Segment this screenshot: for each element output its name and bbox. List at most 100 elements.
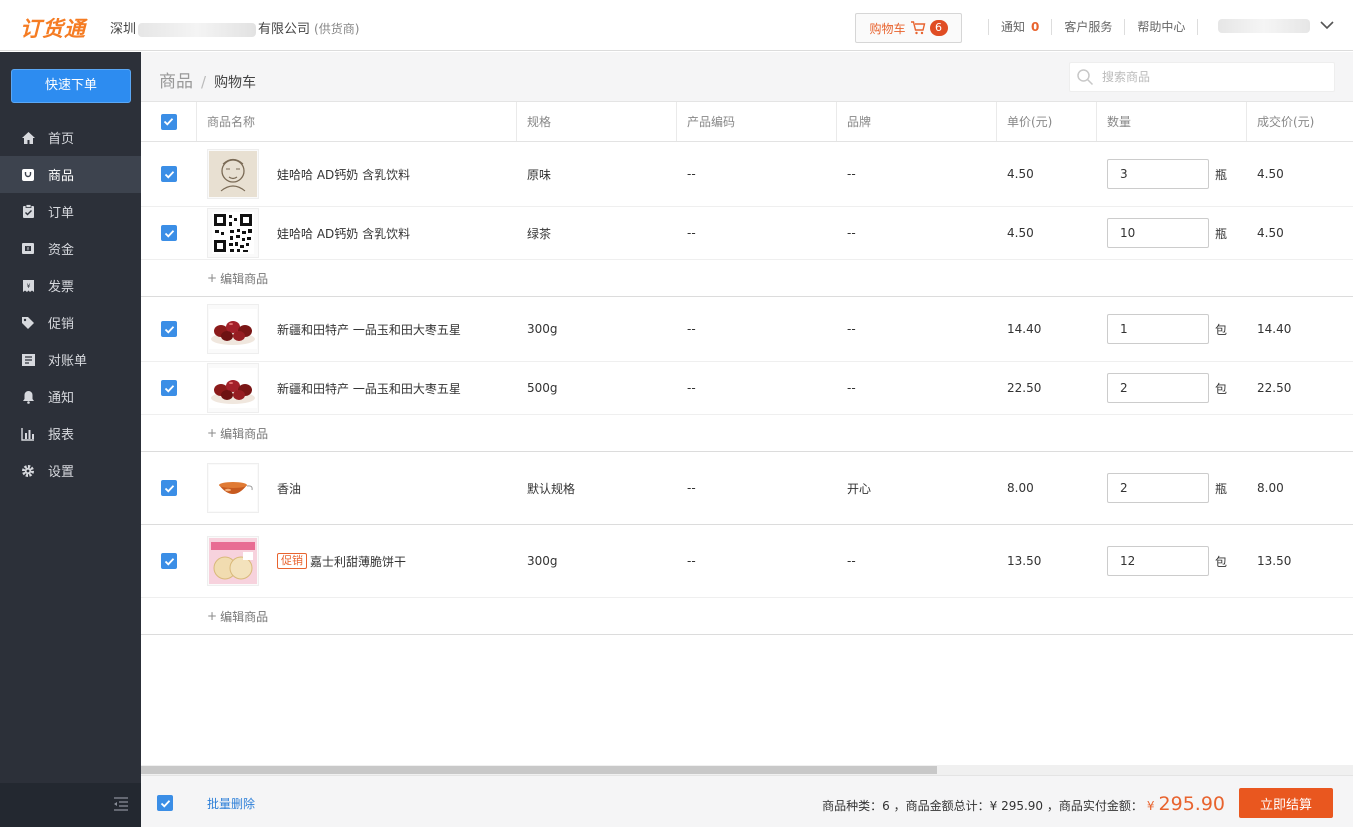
qty-cell: 瓶 xyxy=(1097,159,1247,189)
row-select[interactable] xyxy=(141,166,197,182)
deal-price-cell: 4.50 xyxy=(1257,226,1284,240)
chevron-down-icon[interactable] xyxy=(1318,16,1336,34)
edit-goods-link[interactable]: + 编辑商品 xyxy=(141,598,1353,634)
spec-cell: 300g xyxy=(527,554,558,568)
brand-cell: 开心 xyxy=(847,481,872,496)
row-select[interactable] xyxy=(141,380,197,396)
company-suffix: 有限公司 xyxy=(258,22,311,37)
sidebar-item-label: 促销 xyxy=(48,317,75,332)
quantity-input[interactable] xyxy=(1107,373,1209,403)
product-cell: 娃哈哈 AD钙奶 含乳饮料 xyxy=(197,149,517,199)
search-icon[interactable] xyxy=(1076,68,1094,86)
statement-icon xyxy=(20,352,36,368)
product-thumbnail[interactable] xyxy=(207,149,259,199)
product-name[interactable]: 新疆和田特产 一品玉和田大枣五星 xyxy=(277,321,461,338)
app-logo[interactable]: 订货通 xyxy=(20,13,86,43)
sidebar-item-funds[interactable]: ¥ 资金 xyxy=(0,230,141,267)
product-thumbnail[interactable] xyxy=(207,363,259,413)
sidebar-item-label: 资金 xyxy=(48,243,75,258)
sidebar-item-goods[interactable]: 商品 xyxy=(0,156,141,193)
product-name[interactable]: 嘉士利甜薄脆饼干 xyxy=(310,553,406,570)
divider xyxy=(1051,18,1053,35)
brand-cell: -- xyxy=(847,226,856,240)
breadcrumb-bar: 商品 / 购物车 xyxy=(141,52,1353,102)
product-name[interactable]: 新疆和田特产 一品玉和田大枣五星 xyxy=(277,380,461,397)
user-name-redacted[interactable] xyxy=(1218,19,1310,33)
sidebar-item-notify[interactable]: 通知 xyxy=(0,378,141,415)
row-select[interactable] xyxy=(141,225,197,241)
product-name[interactable]: 娃哈哈 AD钙奶 含乳饮料 xyxy=(277,166,410,183)
checkbox-checked[interactable] xyxy=(161,225,177,241)
customer-service-link[interactable]: 客户服务 xyxy=(1064,18,1112,35)
product-cell: 新疆和田特产 一品玉和田大枣五星 xyxy=(197,304,517,354)
column-header-spec: 规格 xyxy=(517,102,677,141)
product-thumbnail[interactable] xyxy=(207,463,259,513)
checkbox-checked[interactable] xyxy=(161,480,177,496)
quick-order-button[interactable]: 快速下单 xyxy=(11,69,131,103)
plus-icon: + xyxy=(207,271,218,285)
qty-cell: 包 xyxy=(1097,546,1247,576)
cart-table: 商品名称 规格 产品编码 品牌 单价(元) 数量 成交价(元) 娃哈哈 AD钙奶… xyxy=(141,102,1353,635)
sidebar-item-statement[interactable]: 对账单 xyxy=(0,341,141,378)
price-cell: 22.50 xyxy=(1007,381,1042,395)
checkbox-checked[interactable] xyxy=(161,321,177,337)
promotion-badge: 促销 xyxy=(277,553,307,569)
product-name[interactable]: 香油 xyxy=(277,480,301,497)
checkout-button[interactable]: 立即结算 xyxy=(1239,788,1333,818)
checkbox-checked[interactable] xyxy=(160,113,177,130)
sidebar-item-label: 通知 xyxy=(48,391,75,406)
checkbox-checked[interactable] xyxy=(161,166,177,182)
product-thumbnail[interactable] xyxy=(207,208,259,258)
brand-cell: -- xyxy=(847,167,856,181)
deal-price-cell: 8.00 xyxy=(1257,481,1284,495)
redacted-text xyxy=(138,22,257,37)
checkbox-checked[interactable] xyxy=(161,380,177,396)
sidebar: 快速下单 首页 商品 订单 ¥ 资金 ¥ 发票 促销 对账单 通知 报表 设置 xyxy=(0,52,141,827)
product-cell: 香油 xyxy=(197,463,517,513)
product-cell: 娃哈哈 AD钙奶 含乳饮料 xyxy=(197,208,517,258)
scrollbar-thumb[interactable] xyxy=(141,766,937,774)
sidebar-item-report[interactable]: 报表 xyxy=(0,415,141,452)
quantity-input[interactable] xyxy=(1107,159,1209,189)
checkbox-checked[interactable] xyxy=(161,553,177,569)
price-cell: 4.50 xyxy=(1007,226,1034,240)
quantity-input[interactable] xyxy=(1107,314,1209,344)
horizontal-scrollbar[interactable] xyxy=(141,765,1353,775)
help-center-link[interactable]: 帮助中心 xyxy=(1137,18,1185,35)
select-all-checkbox[interactable] xyxy=(157,795,173,811)
quantity-input[interactable] xyxy=(1107,473,1209,503)
divider xyxy=(988,18,989,35)
sidebar-item-home[interactable]: 首页 xyxy=(0,119,141,156)
batch-delete-link[interactable]: 批量删除 xyxy=(207,795,255,812)
company-prefix: 深圳 xyxy=(110,22,137,37)
edit-goods-link[interactable]: + 编辑商品 xyxy=(141,415,1353,451)
product-cell: 促销 嘉士利甜薄脆饼干 xyxy=(197,536,517,586)
bell-icon xyxy=(20,389,36,405)
quantity-input[interactable] xyxy=(1107,218,1209,248)
sidebar-item-settings[interactable]: 设置 xyxy=(0,452,141,489)
row-select[interactable] xyxy=(141,553,197,569)
sidebar-item-promotion[interactable]: 促销 xyxy=(0,304,141,341)
qty-cell: 包 xyxy=(1097,314,1247,344)
row-select[interactable] xyxy=(141,321,197,337)
product-thumbnail[interactable] xyxy=(207,536,259,586)
breadcrumb-root[interactable]: 商品 xyxy=(159,72,193,92)
product-name[interactable]: 娃哈哈 AD钙奶 含乳饮料 xyxy=(277,225,410,242)
sidebar-item-invoice[interactable]: ¥ 发票 xyxy=(0,267,141,304)
collapse-menu-icon[interactable] xyxy=(113,797,129,811)
spec-cell: 500g xyxy=(527,381,558,395)
code-cell: -- xyxy=(687,481,696,495)
sidebar-item-orders[interactable]: 订单 xyxy=(0,193,141,230)
sidebar-item-label: 首页 xyxy=(48,132,75,147)
search-input[interactable] xyxy=(1102,70,1302,84)
product-thumbnail[interactable] xyxy=(207,304,259,354)
quantity-input[interactable] xyxy=(1107,546,1209,576)
unit-label: 包 xyxy=(1215,554,1228,569)
unit-label: 包 xyxy=(1215,381,1228,396)
cart-button[interactable]: 购物车 6 xyxy=(855,13,962,43)
edit-goods-link[interactable]: + 编辑商品 xyxy=(141,260,1353,296)
notify-link[interactable]: 通知 0 xyxy=(1001,18,1039,35)
price-cell: 14.40 xyxy=(1007,322,1042,336)
header-select-all[interactable] xyxy=(141,102,197,141)
row-select[interactable] xyxy=(141,480,197,496)
